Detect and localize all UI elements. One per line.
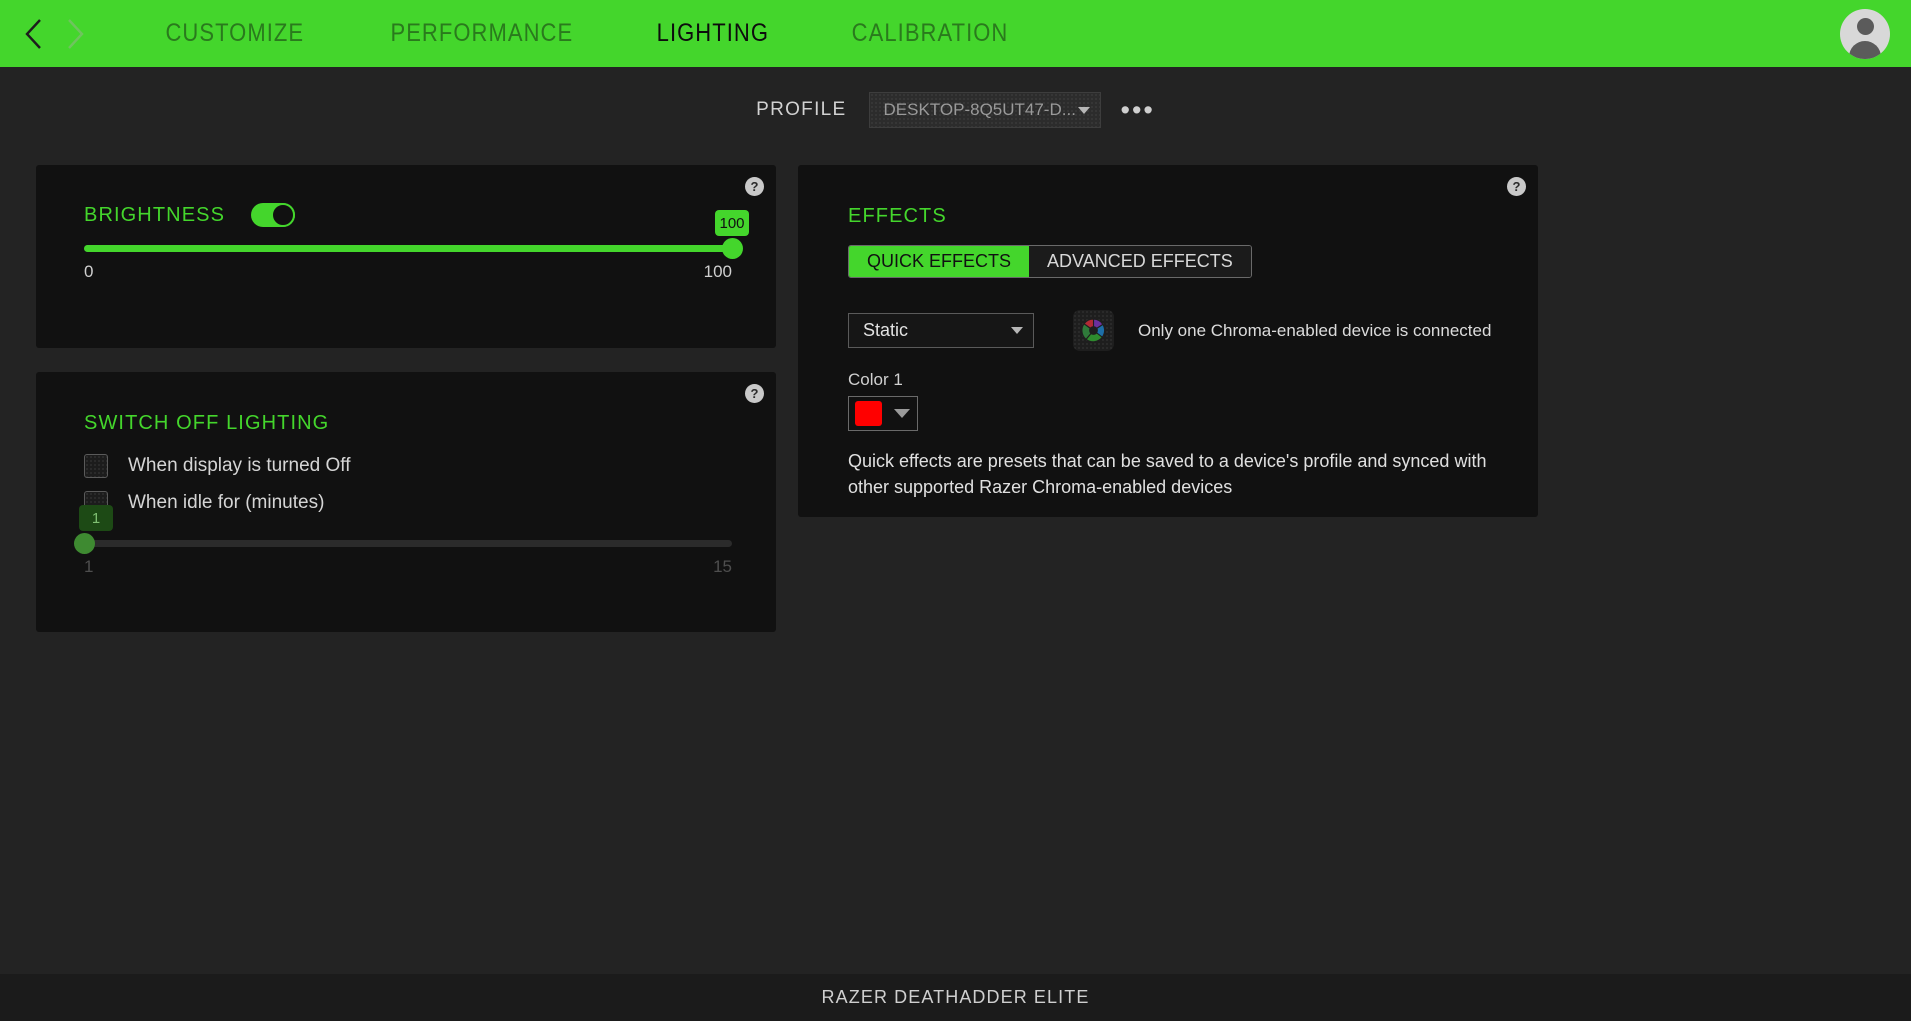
brightness-header: BRIGHTNESS <box>84 203 296 227</box>
checkbox-label-display-off: When display is turned Off <box>128 455 351 476</box>
tab-quick-effects[interactable]: QUICK EFFECTS <box>849 246 1030 277</box>
brightness-slider-track[interactable] <box>84 238 743 259</box>
avatar-head <box>1856 17 1874 35</box>
idle-scale: 1 15 <box>84 557 732 577</box>
brightness-value-badge: 100 <box>715 210 749 236</box>
help-icon-effects[interactable]: ? <box>1507 177 1526 196</box>
brightness-min-label: 0 <box>84 262 94 281</box>
effects-title: EFFECTS <box>848 205 947 227</box>
effect-type-select[interactable]: Static <box>848 313 1034 348</box>
device-name: RAZER DEATHADDER ELITE <box>821 987 1090 1007</box>
profile-label: PROFILE <box>756 99 847 120</box>
checkbox-row-display-off[interactable]: When display is turned Off <box>84 454 350 478</box>
chevron-down-icon <box>1011 327 1023 334</box>
effect-selection-row: Static Only one Chroma-enabled device is… <box>848 310 1491 351</box>
tab-advanced-effects[interactable]: ADVANCED EFFECTS <box>1029 246 1251 277</box>
effects-description: Quick effects are presets that can be sa… <box>848 451 1487 497</box>
chevron-right-icon[interactable] <box>54 9 94 59</box>
device-footer: RAZER DEATHADDER ELITE <box>0 974 1911 1021</box>
tab-performance[interactable]: PERFORMANCE <box>362 19 601 48</box>
idle-value-badge: 1 <box>79 505 113 531</box>
color-label: Color 1 <box>848 370 903 389</box>
profile-row: PROFILE DESKTOP-8Q5UT47-D... ••• <box>0 92 1911 128</box>
brightness-slider-fill <box>84 245 732 252</box>
avatar-body <box>1849 40 1881 59</box>
color-swatch[interactable] <box>855 401 882 426</box>
tab-calibration[interactable]: CALIBRATION <box>823 19 1036 48</box>
switch-off-lighting-card: ? SWITCH OFF LIGHTING When display is tu… <box>36 372 776 632</box>
chevron-down-icon <box>1077 106 1090 114</box>
brightness-card: ? BRIGHTNESS 100 0 100 <box>36 165 776 348</box>
checkbox-display-off[interactable] <box>84 454 108 478</box>
razer-synapse-window: CUSTOMIZE PERFORMANCE LIGHTING CALIBRATI… <box>0 0 1911 1021</box>
checkbox-label-idle: When idle for (minutes) <box>128 492 325 513</box>
chroma-device-note: Only one Chroma-enabled device is connec… <box>1138 320 1492 340</box>
switch-off-title: SWITCH OFF LIGHTING <box>84 412 330 434</box>
chevron-down-icon <box>894 409 910 418</box>
idle-slider-track[interactable] <box>74 533 732 554</box>
color-picker[interactable] <box>848 396 918 431</box>
idle-slider-thumb[interactable] <box>74 533 95 554</box>
idle-max-label: 15 <box>713 557 732 576</box>
main-tabs: CUSTOMIZE PERFORMANCE LIGHTING CALIBRATI… <box>124 19 1051 48</box>
profile-select[interactable]: DESKTOP-8Q5UT47-D... <box>868 92 1101 128</box>
idle-min-label: 1 <box>84 557 94 576</box>
chevron-left-icon[interactable] <box>14 9 54 59</box>
top-navigation-bar: CUSTOMIZE PERFORMANCE LIGHTING CALIBRATI… <box>0 0 1911 67</box>
effects-mode-tabs: QUICK EFFECTS ADVANCED EFFECTS <box>848 245 1252 278</box>
effects-card: ? EFFECTS QUICK EFFECTS ADVANCED EFFECTS… <box>798 165 1538 517</box>
brightness-toggle[interactable] <box>251 203 296 227</box>
help-icon-switch-off[interactable]: ? <box>745 384 764 403</box>
profile-more-button[interactable]: ••• <box>1121 97 1155 124</box>
tab-lighting[interactable]: LIGHTING <box>629 19 798 48</box>
checkbox-row-idle[interactable]: When idle for (minutes) <box>84 491 324 515</box>
user-avatar-icon[interactable] <box>1840 8 1890 59</box>
chroma-pinwheel-icon[interactable] <box>1073 310 1114 351</box>
tab-customize[interactable]: CUSTOMIZE <box>137 19 332 48</box>
brightness-slider-thumb[interactable] <box>722 238 743 259</box>
help-icon-brightness[interactable]: ? <box>745 177 764 196</box>
brightness-title: BRIGHTNESS <box>84 203 226 226</box>
profile-select-value: DESKTOP-8Q5UT47-D... <box>883 100 1076 119</box>
brightness-scale: 0 100 <box>84 262 732 282</box>
nav-history-controls <box>14 9 94 59</box>
color-block: Color 1 <box>848 370 918 431</box>
brightness-max-label: 100 <box>703 262 732 281</box>
effect-type-value: Static <box>863 320 909 340</box>
brightness-toggle-knob <box>271 203 296 227</box>
